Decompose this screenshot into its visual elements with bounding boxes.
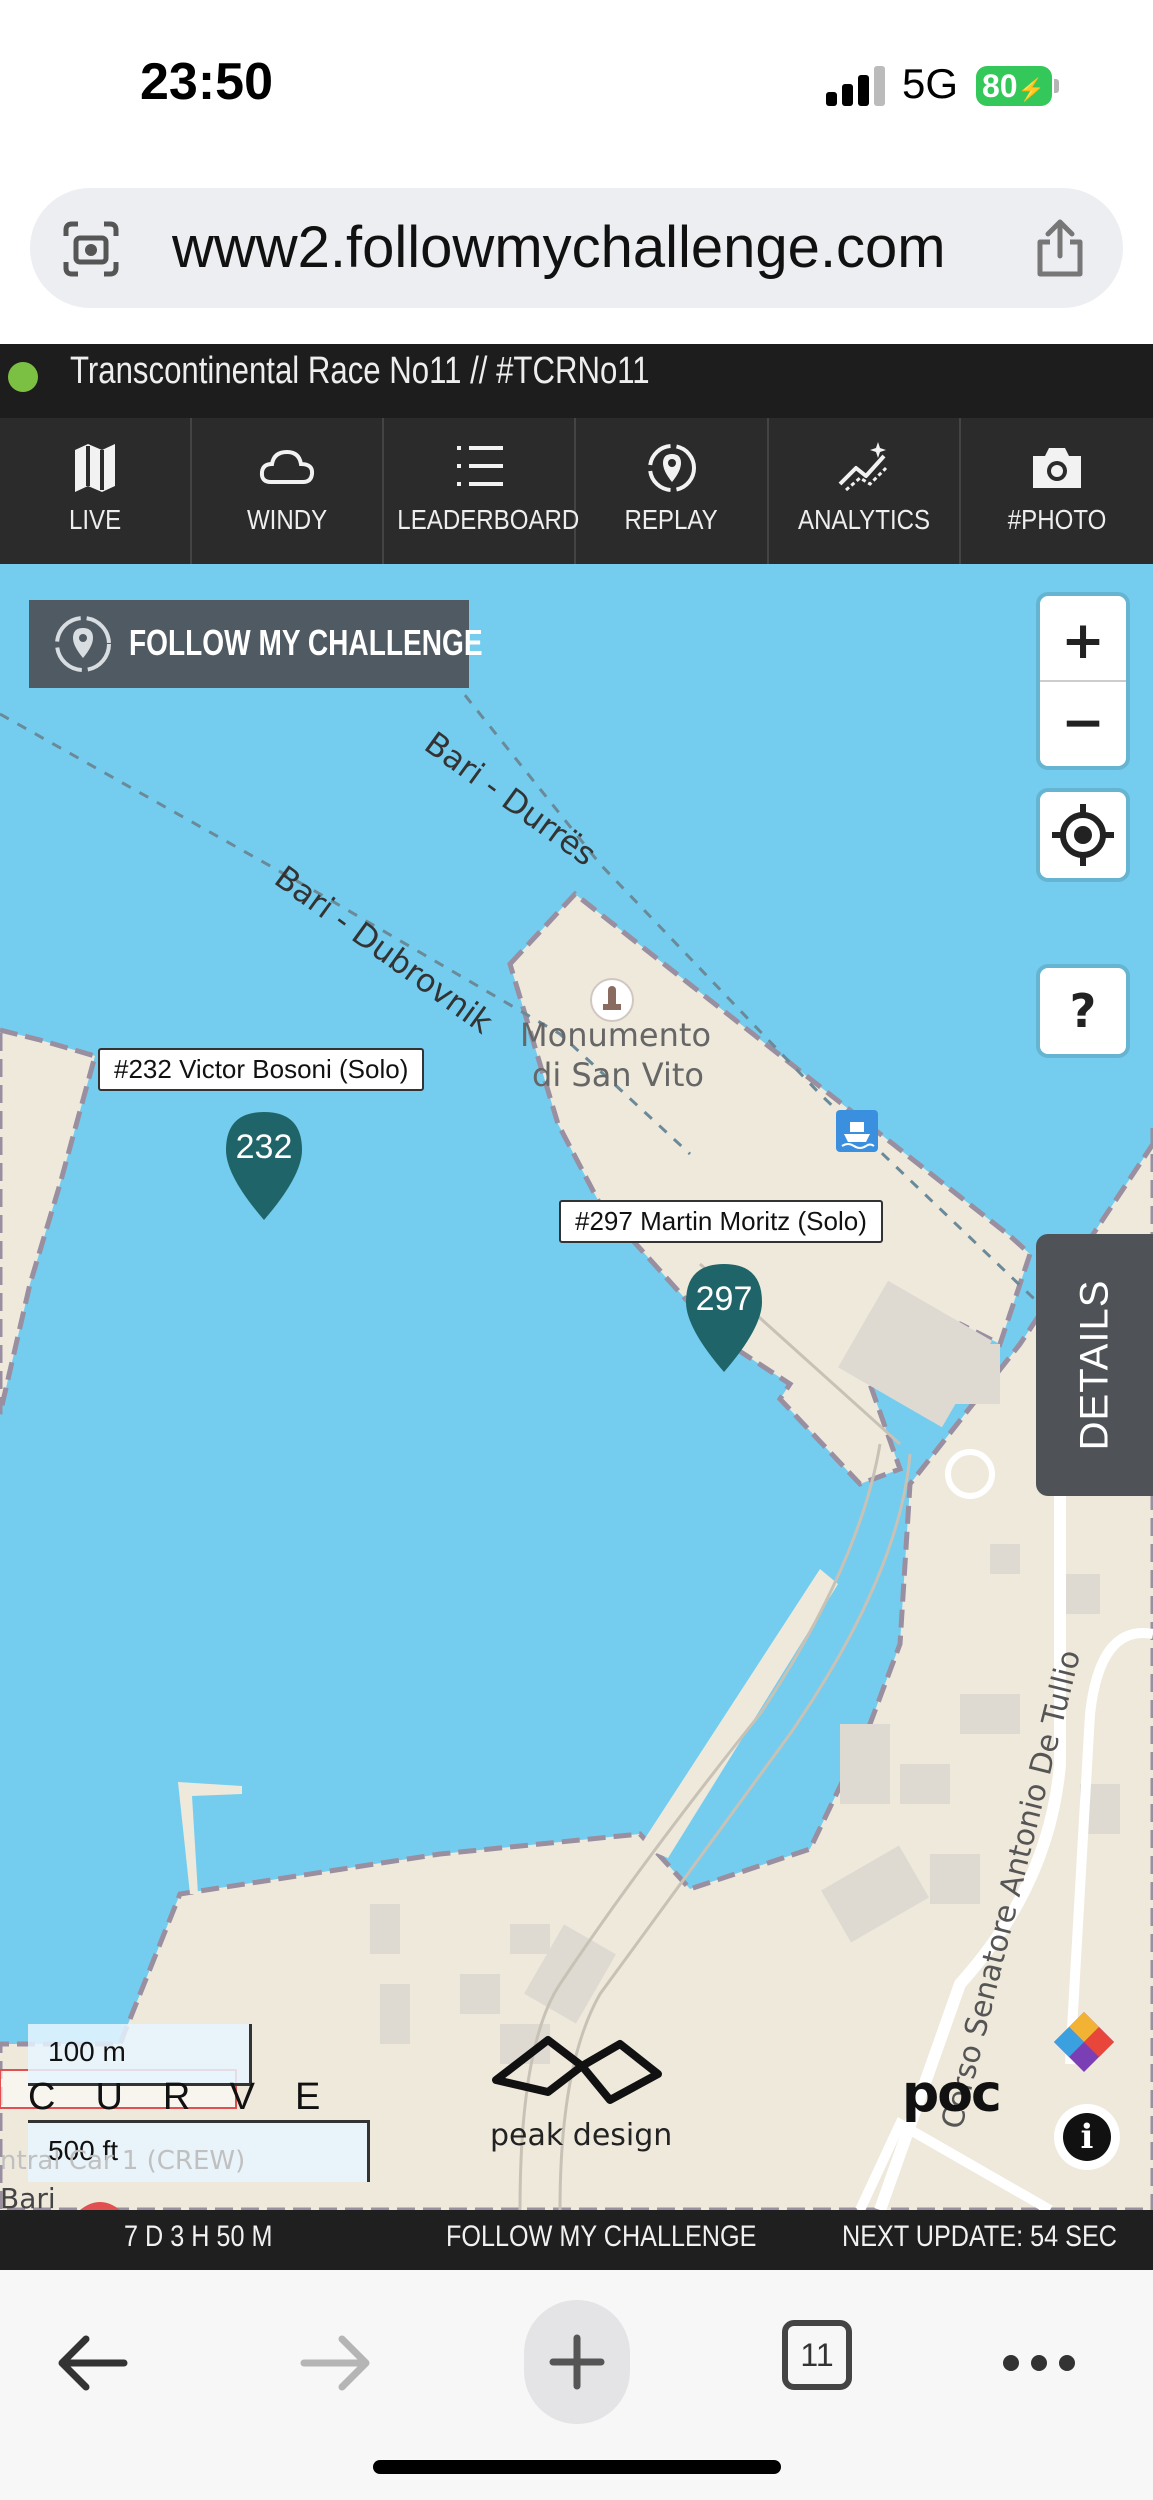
nav-windy-label: WINDY [247,504,328,535]
map[interactable]: FOLLOW MY CHALLENGE + − ? Bari - Durrës … [0,564,1153,2210]
signal-icon [826,64,888,106]
forward-icon[interactable] [280,2308,390,2418]
nav-photo-label: #PHOTO [1007,504,1107,535]
next-update: NEXT UPDATE: 54 SEC [842,2220,1117,2253]
url-bar[interactable]: www2.followmychallenge.com [30,188,1123,308]
camera-scan-icon[interactable] [62,220,120,278]
nav-replay[interactable]: REPLAY [576,418,769,564]
nav-live-label: LIVE [68,504,122,535]
crosshair-icon [1052,804,1114,866]
race-title: Transcontinental Race No11 // #TCRNo11 [70,350,650,392]
nav-analytics[interactable]: ANALYTICS [769,418,961,564]
poc-logo: poc [902,2064,1002,2124]
camera-icon [1032,448,1081,488]
rider-number-232: 232 [235,1128,293,1166]
follow-my-challenge-logo: FOLLOW MY CHALLENGE [29,600,483,688]
share-icon[interactable] [1030,216,1090,280]
rider-number-297: 297 [695,1280,753,1318]
nav-photo[interactable]: #PHOTO [961,418,1153,564]
status-time: 23:50 [140,53,273,111]
list-icon [457,446,504,486]
rider-label-232[interactable]: #232 Victor Bosoni (Solo) [98,1048,425,1091]
rider-marker-297[interactable]: 297 [684,1262,764,1374]
attribution-info-button[interactable]: i [1054,2104,1120,2170]
battery-tip [1054,79,1059,93]
fmc-logo-text: FOLLOW MY CHALLENGE [129,622,483,663]
zoom-out-button[interactable]: − [1040,684,1126,762]
elapsed-time: 7 D 3 H 50 M [124,2220,273,2253]
network-type: 5G [902,60,959,107]
location-logo-icon [55,616,111,672]
nav-replay-label: REPLAY [624,504,719,535]
partial-label-bari: Bari [0,2182,56,2210]
status-bar: 23:50 5G 80⚡ [0,0,1153,170]
cloud-icon [260,449,315,484]
map-icon [75,444,116,492]
tabs-button[interactable]: 11 [782,2320,852,2390]
nav-analytics-label: ANALYTICS [797,504,930,535]
home-indicator[interactable] [373,2460,781,2474]
details-tab-label: DETAILS [1072,1279,1116,1451]
battery-level: 80 [982,68,1018,104]
battery-icon: 80⚡ [976,66,1052,106]
poi-label-line2: di San Vito [532,1056,704,1094]
zoom-controls: + − [1040,596,1126,766]
rider-marker-232[interactable]: 232 [224,1110,304,1222]
attribution-logo [1054,2012,1114,2072]
details-tab[interactable]: DETAILS [1036,1234,1153,1496]
new-tab-button[interactable] [524,2300,630,2424]
partial-label-crew: ntral Car 1 (CREW) [0,2146,246,2176]
info-icon: i [1063,2113,1111,2161]
race-info-bar: 7 D 3 H 50 M FOLLOW MY CHALLENGE NEXT UP… [0,2210,1153,2270]
more-icon[interactable] [984,2308,1094,2418]
replay-icon [647,444,696,492]
nav-leaderboard-label: LEADERBOARD [397,504,580,535]
peak-design-logo [492,2036,662,2104]
nav-windy[interactable]: WINDY [192,418,385,564]
ferry-icon[interactable] [836,1110,878,1152]
plus-icon [549,2334,605,2390]
curve-logo: CURVE [28,2076,361,2118]
back-icon[interactable] [38,2308,148,2418]
help-button[interactable]: ? [1040,968,1126,1054]
brand-link[interactable]: FOLLOW MY CHALLENGE [446,2220,756,2254]
zoom-in-button[interactable]: + [1040,602,1126,680]
zoom-divider [1040,680,1126,682]
locate-button[interactable] [1040,792,1126,878]
live-indicator [8,362,38,392]
url-text[interactable]: www2.followmychallenge.com [172,214,946,281]
poi-label-line1: Monumento [520,1016,712,1054]
nav-live[interactable]: LIVE [0,418,193,564]
peak-design-text: peak design [490,2118,673,2153]
analytics-icon [838,442,887,492]
help-glyph: ? [1069,984,1097,1038]
nav-leaderboard[interactable]: LEADERBOARD [384,418,580,564]
rider-label-297[interactable]: #297 Martin Moritz (Solo) [559,1200,883,1243]
nav-bar: LIVE WINDY LEADERBOARD REPLAY ANALYTICS [0,418,1153,564]
tabs-count: 11 [800,2337,834,2373]
